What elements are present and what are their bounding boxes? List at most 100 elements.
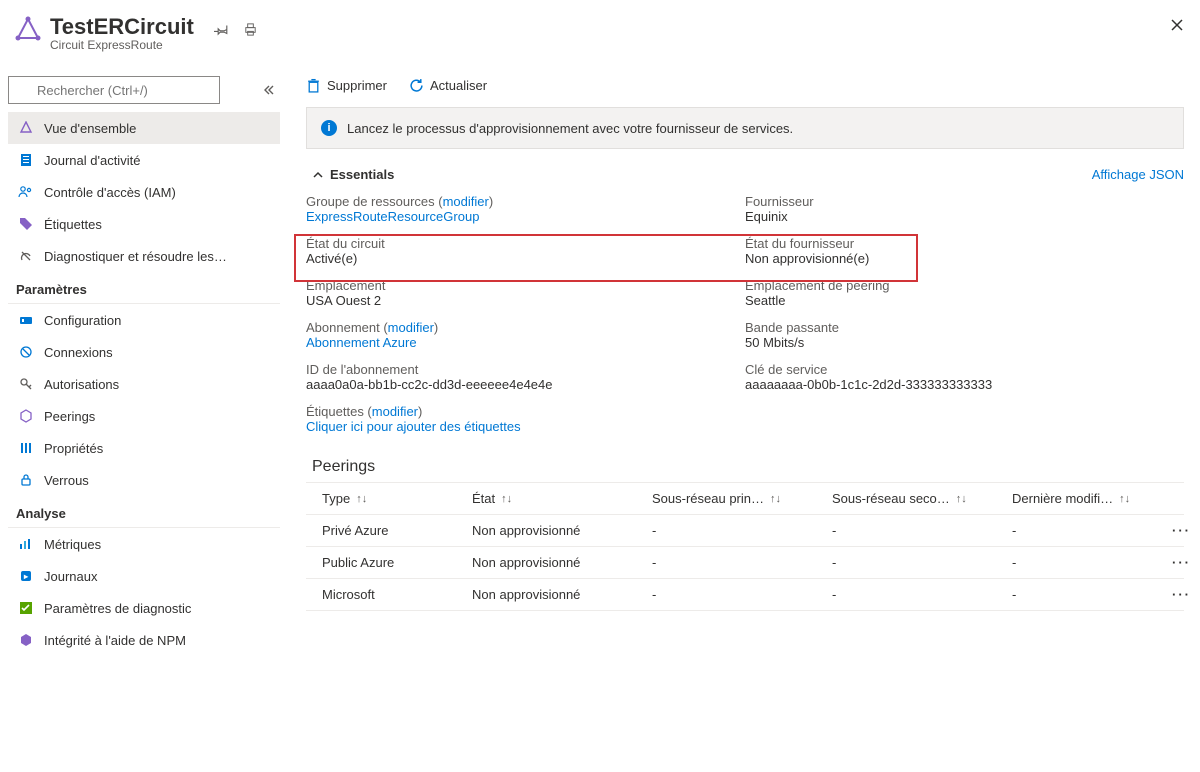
cell-secondary-subnet: - [832,523,1012,538]
connections-icon [18,344,34,360]
location-value: USA Ouest 2 [306,293,745,308]
nav-npm[interactable]: Intégrité à l'aide de NPM [8,624,280,656]
nav-configuration[interactable]: Configuration [8,304,280,336]
expressroute-icon [12,14,44,46]
modify-tags-link[interactable]: modifier [372,404,418,419]
refresh-button[interactable]: Actualiser [409,78,487,93]
diagnose-icon [18,248,34,264]
rg-label: Groupe de ressources (modifier) [306,194,745,209]
row-menu-icon[interactable]: ··· [1172,523,1198,538]
modify-sub-link[interactable]: modifier [388,320,434,335]
nav-locks[interactable]: Verrous [8,464,280,496]
skey-value: aaaaaaaa-0b0b-1c1c-2d2d-333333333333 [745,377,1184,392]
info-icon: i [321,120,337,136]
nav-label: Paramètres de diagnostic [44,601,191,616]
metrics-icon [18,536,34,552]
toolbar-label: Actualiser [430,78,487,93]
nav-diagnose[interactable]: Diagnostiquer et résoudre les… [8,240,280,272]
nav-label: Peerings [44,409,95,424]
properties-icon [18,440,34,456]
nav-metrics[interactable]: Métriques [8,528,280,560]
sort-icon: ↑↓ [356,493,367,505]
search-input[interactable] [8,76,220,104]
col-last-modified[interactable]: Dernière modifi…↑↓ [1012,491,1172,506]
section-analysis: Analyse [8,496,280,528]
sort-icon: ↑↓ [1119,493,1130,505]
table-row[interactable]: Public AzureNon approvisionné---··· [306,547,1184,579]
toolbar-label: Supprimer [327,78,387,93]
diag-settings-icon [18,600,34,616]
cell-state: Non approvisionné [472,523,652,538]
modify-rg-link[interactable]: modifier [443,194,489,209]
sort-icon: ↑↓ [956,493,967,505]
nav-activity-log[interactable]: Journal d'activité [8,144,280,176]
col-state[interactable]: État↑↓ [472,491,652,506]
bandwidth-value: 50 Mbits/s [745,335,1184,350]
tags-icon [18,216,34,232]
nav-connections[interactable]: Connexions [8,336,280,368]
sort-icon: ↑↓ [770,493,781,505]
subid-label: ID de l'abonnement [306,362,745,377]
nav-overview[interactable]: Vue d'ensemble [8,112,280,144]
nav-label: Contrôle d'accès (IAM) [44,185,176,200]
col-type[interactable]: Type↑↓ [312,491,472,506]
peerings-icon [18,408,34,424]
info-text: Lancez le processus d'approvisionnement … [347,121,793,136]
activity-icon [18,152,34,168]
nav-label: Propriétés [44,441,103,456]
tags-value[interactable]: Cliquer ici pour ajouter des étiquettes [306,419,745,434]
cell-primary-subnet: - [652,523,832,538]
config-icon [18,312,34,328]
peerings-table: Type↑↓ État↑↓ Sous-réseau prin…↑↓ Sous-r… [306,482,1184,611]
cell-type: Public Azure [312,555,472,570]
nav-tags[interactable]: Étiquettes [8,208,280,240]
table-row[interactable]: MicrosoftNon approvisionné---··· [306,579,1184,611]
nav-iam[interactable]: Contrôle d'accès (IAM) [8,176,280,208]
iam-icon [18,184,34,200]
overview-icon [18,120,34,136]
provstate-label: État du fournisseur [745,236,1184,251]
subscription-value[interactable]: Abonnement Azure [306,335,745,350]
rg-value[interactable]: ExpressRouteResourceGroup [306,209,745,224]
row-menu-icon[interactable]: ··· [1172,555,1198,570]
peerings-heading: Peerings [312,458,1184,476]
provstate-value: Non approvisionné(e) [745,251,1184,266]
auth-icon [18,376,34,392]
nav-peerings[interactable]: Peerings [8,400,280,432]
lock-icon [18,472,34,488]
nav-diag-settings[interactable]: Paramètres de diagnostic [8,592,280,624]
cell-last-modified: - [1012,587,1172,602]
circuit-state-value: Activé(e) [306,251,745,266]
provider-value: Equinix [745,209,1184,224]
cell-state: Non approvisionné [472,555,652,570]
print-icon[interactable] [243,22,258,37]
nav-authorizations[interactable]: Autorisations [8,368,280,400]
json-view-link[interactable]: Affichage JSON [1092,167,1184,182]
table-row[interactable]: Privé AzureNon approvisionné---··· [306,515,1184,547]
nav-label: Verrous [44,473,89,488]
nav-logs[interactable]: ▸ Journaux [8,560,280,592]
pin-icon[interactable] [214,22,229,37]
nav-label: Connexions [44,345,113,360]
nav-label: Étiquettes [44,217,102,232]
cell-state: Non approvisionné [472,587,652,602]
collapse-sidebar-icon[interactable] [256,78,280,102]
nav-properties[interactable]: Propriétés [8,432,280,464]
close-icon[interactable] [1170,18,1184,32]
col-primary-subnet[interactable]: Sous-réseau prin…↑↓ [652,491,832,506]
logs-icon: ▸ [18,568,34,584]
resource-header: TestERCircuit Circuit ExpressRoute [8,8,288,56]
subscription-label: Abonnement (modifier) [306,320,745,335]
peerloc-value: Seattle [745,293,1184,308]
cell-secondary-subnet: - [832,587,1012,602]
nav-label: Vue d'ensemble [44,121,136,136]
essentials-title: Essentials [330,167,394,182]
col-secondary-subnet[interactable]: Sous-réseau seco…↑↓ [832,491,1012,506]
chevron-up-icon[interactable] [312,169,324,181]
skey-label: Clé de service [745,362,1184,377]
nav-label: Journal d'activité [44,153,140,168]
delete-button[interactable]: Supprimer [306,78,387,93]
nav-label: Autorisations [44,377,119,392]
row-menu-icon[interactable]: ··· [1172,587,1198,602]
nav-label: Configuration [44,313,121,328]
